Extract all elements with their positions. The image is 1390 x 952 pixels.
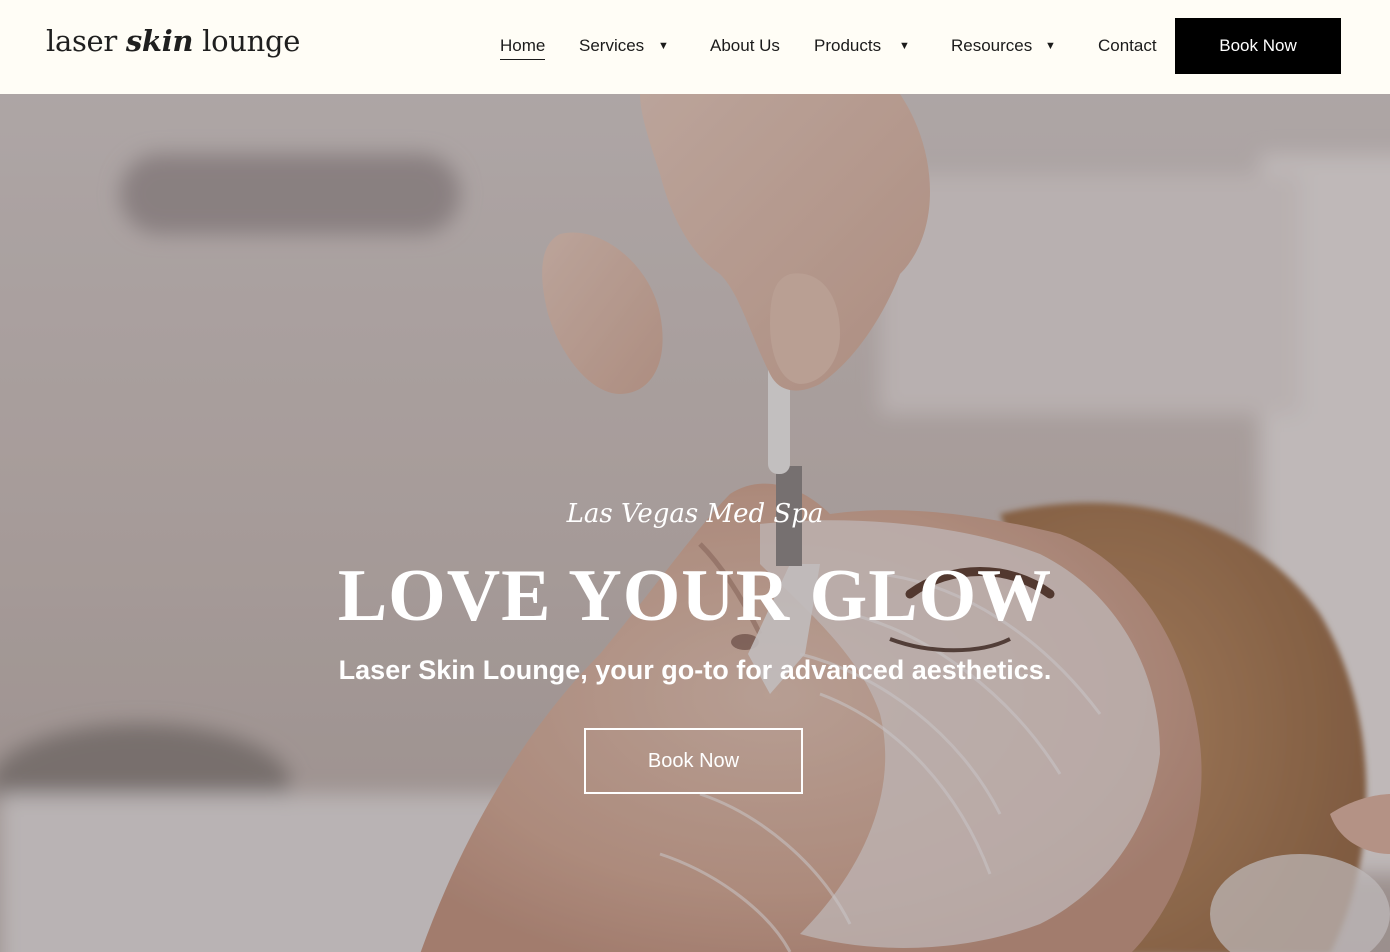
page: laser skin lounge Home Services ▼ About … [0,0,1390,952]
nav-item-services[interactable]: Services [579,34,644,60]
hero-title: LOVE YOUR GLOW [337,555,1053,637]
header-book-now-button[interactable]: Book Now [1175,18,1341,74]
nav-item-home[interactable]: Home [500,34,546,60]
nav-item-about-us[interactable]: About Us [710,34,780,60]
services-dropdown-caret-icon[interactable]: ▼ [658,38,669,54]
hero-eyebrow: Las Vegas Med Spa [566,499,824,529]
nav-label-services: Services [579,36,645,55]
nav-label-products: Products [814,36,882,55]
site-header: laser skin lounge Home Services ▼ About … [0,0,1390,94]
hero-subtitle: Laser Skin Lounge, your go-to for advanc… [338,655,1052,685]
hero-book-now-button[interactable]: Book Now [584,728,803,794]
nav-label-resources: Resources [951,36,1033,55]
products-dropdown-caret-icon[interactable]: ▼ [899,38,910,54]
hero-section: Las Vegas Med Spa LOVE YOUR GLOW Laser S… [0,94,1390,952]
nav-item-resources[interactable]: Resources [951,34,1032,60]
nav-label-home: Home [500,36,546,60]
nav-item-contact[interactable]: Contact [1098,34,1157,60]
nav-label-contact: Contact [1098,36,1157,55]
nav-label-about-us: About Us [710,36,780,55]
nav-item-products[interactable]: Products [814,34,881,60]
resources-dropdown-caret-icon[interactable]: ▼ [1045,38,1056,54]
